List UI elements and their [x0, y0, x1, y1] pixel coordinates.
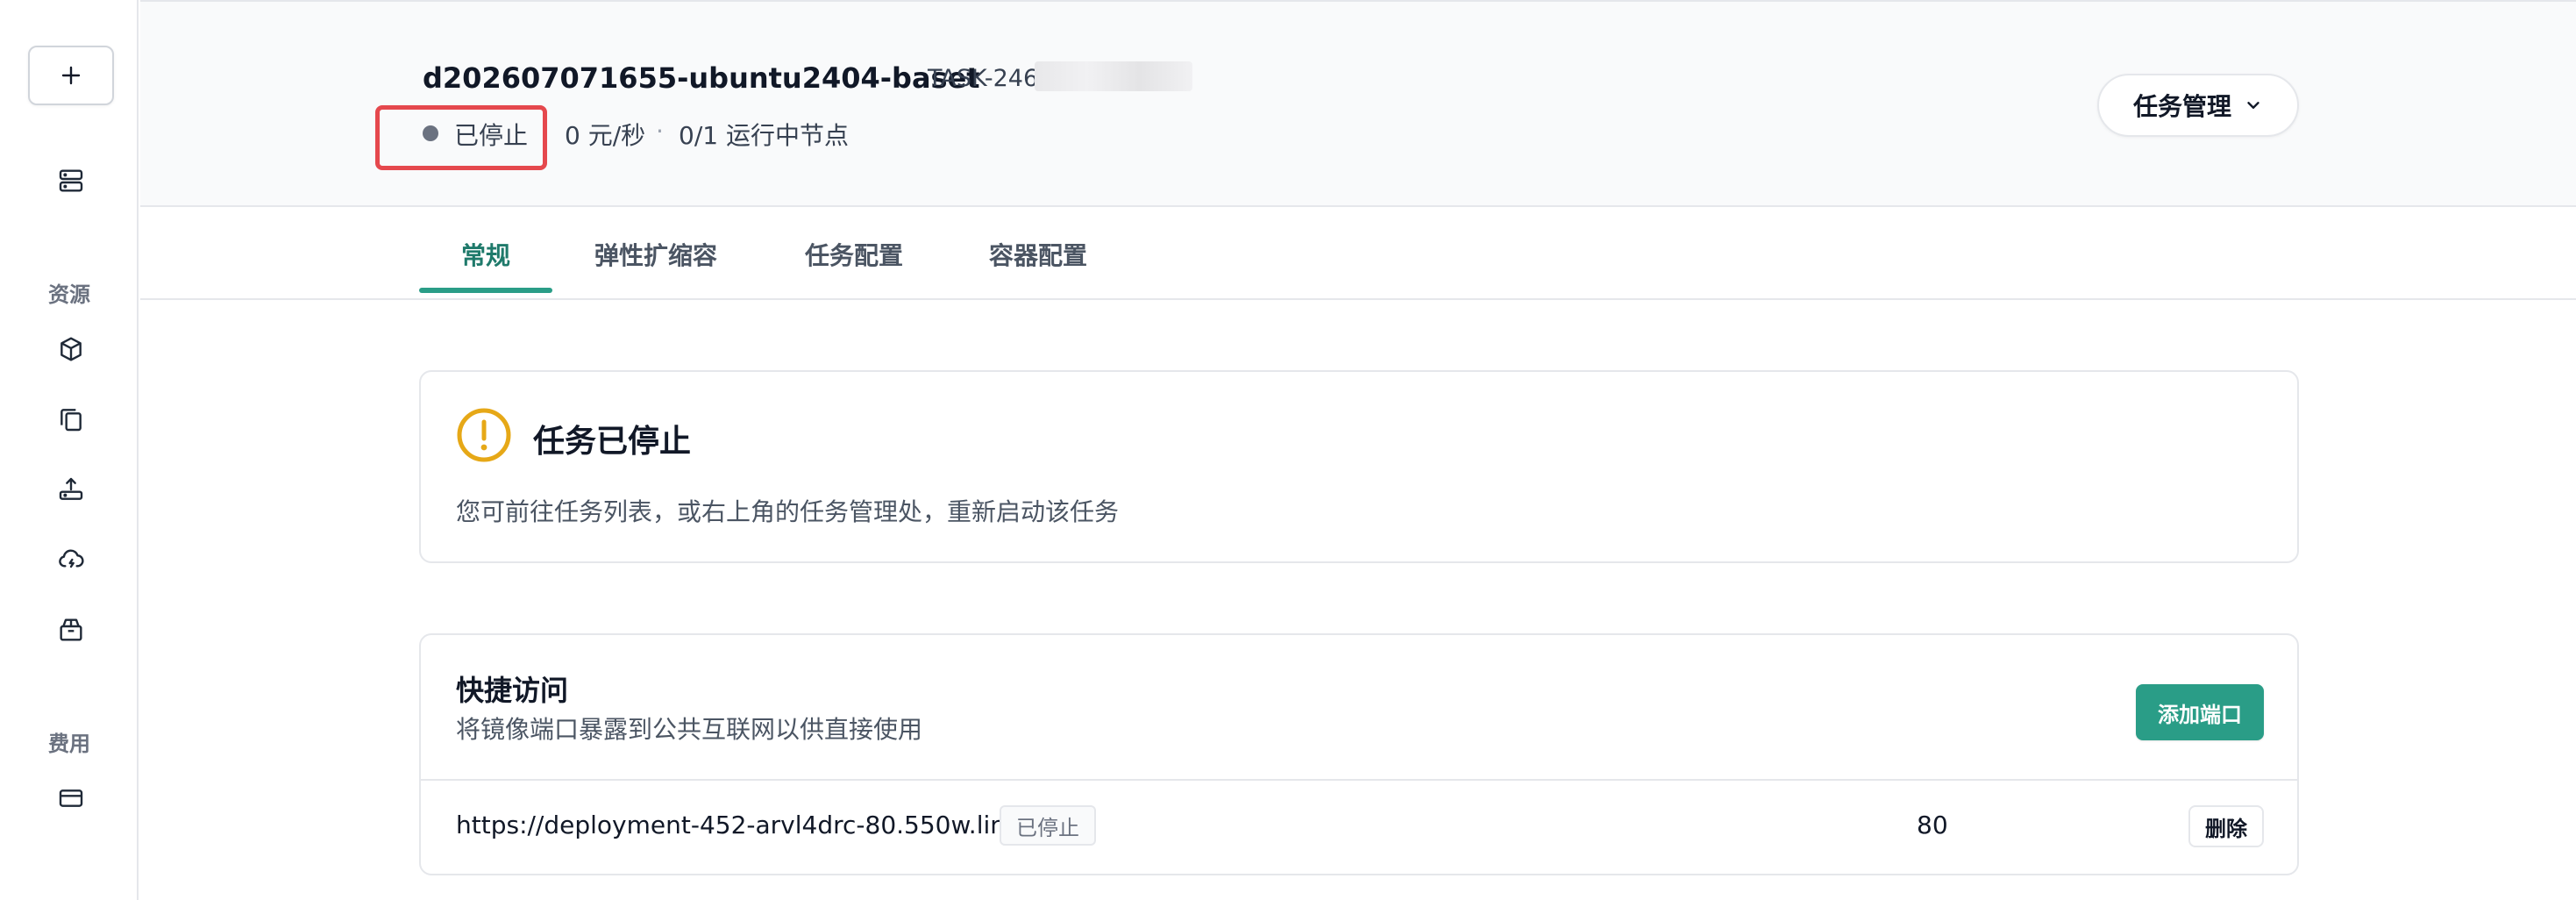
quick-access-description: 将镜像端口暴露到公共互联网以供直接使用	[456, 715, 923, 744]
task-stopped-alert: 任务已停止 您可前往任务列表，或右上角的任务管理处，重新启动该任务	[419, 370, 2299, 563]
new-task-button[interactable]	[28, 46, 114, 105]
sidebar-item-sync[interactable]	[45, 533, 97, 586]
quick-access-title: 快捷访问	[456, 674, 569, 707]
sidebar-item-images[interactable]	[45, 323, 97, 375]
sidebar-item-storage[interactable]	[45, 463, 97, 516]
server-icon	[59, 169, 83, 192]
task-manage-label: 任务管理	[2132, 92, 2231, 121]
port-status-badge: 已停止	[1000, 805, 1096, 846]
divider	[421, 779, 2297, 781]
port-url-link[interactable]: https://deployment-452-arvl4drc-80.550w.…	[456, 811, 1020, 839]
price-text: 0 元/秒	[565, 121, 646, 150]
separator-dot: ·	[656, 117, 664, 146]
warning-icon	[457, 408, 511, 462]
redacted-task-id	[1035, 61, 1192, 91]
port-number: 80	[1917, 811, 1948, 839]
sidebar-item-packages[interactable]	[45, 604, 97, 656]
upload-icon	[59, 477, 83, 500]
plus-icon	[61, 66, 81, 85]
alert-description: 您可前往任务列表，或右上角的任务管理处，重新启动该任务	[456, 497, 1120, 526]
sidebar-section-billing: 费用	[48, 732, 90, 756]
tab-container-config[interactable]: 容器配置	[989, 237, 1087, 272]
package-icon	[60, 618, 82, 641]
tab-general[interactable]: 常规	[461, 237, 510, 272]
tab-task-config[interactable]: 任务配置	[805, 237, 903, 272]
delete-port-button[interactable]: 删除	[2188, 805, 2264, 847]
sidebar: 资源 费用	[0, 0, 139, 900]
task-id: TASK-246	[928, 65, 1039, 92]
copy-icon	[60, 409, 82, 432]
quick-access-card: 快捷访问 将镜像端口暴露到公共互联网以供直接使用 添加端口 https://de…	[419, 633, 2299, 875]
sidebar-item-servers[interactable]	[45, 154, 97, 207]
alert-title: 任务已停止	[533, 424, 692, 460]
tab-autoscaling[interactable]: 弹性扩缩容	[594, 237, 717, 272]
cloud-sync-icon	[59, 549, 84, 568]
status-text: 已停止	[454, 121, 529, 150]
add-port-button[interactable]: 添加端口	[2136, 684, 2264, 740]
credit-card-icon	[59, 789, 83, 807]
task-title: d202607071655-ubuntu2404-baset	[423, 61, 980, 95]
status-dot	[423, 125, 438, 141]
running-nodes: 0/1 运行中节点	[679, 121, 849, 150]
chevron-down-icon	[2247, 102, 2259, 109]
active-tab-indicator	[419, 288, 552, 293]
task-manage-button[interactable]: 任务管理	[2097, 74, 2299, 137]
sidebar-item-templates[interactable]	[45, 393, 97, 446]
box-icon	[60, 337, 82, 361]
sidebar-item-billing[interactable]	[45, 772, 97, 825]
tab-bar: 常规 弹性扩缩容 任务配置 容器配置	[140, 207, 2576, 300]
sidebar-section-resources: 资源	[48, 282, 90, 307]
task-header: d202607071655-ubuntu2404-baset TASK-246 …	[140, 0, 2576, 207]
